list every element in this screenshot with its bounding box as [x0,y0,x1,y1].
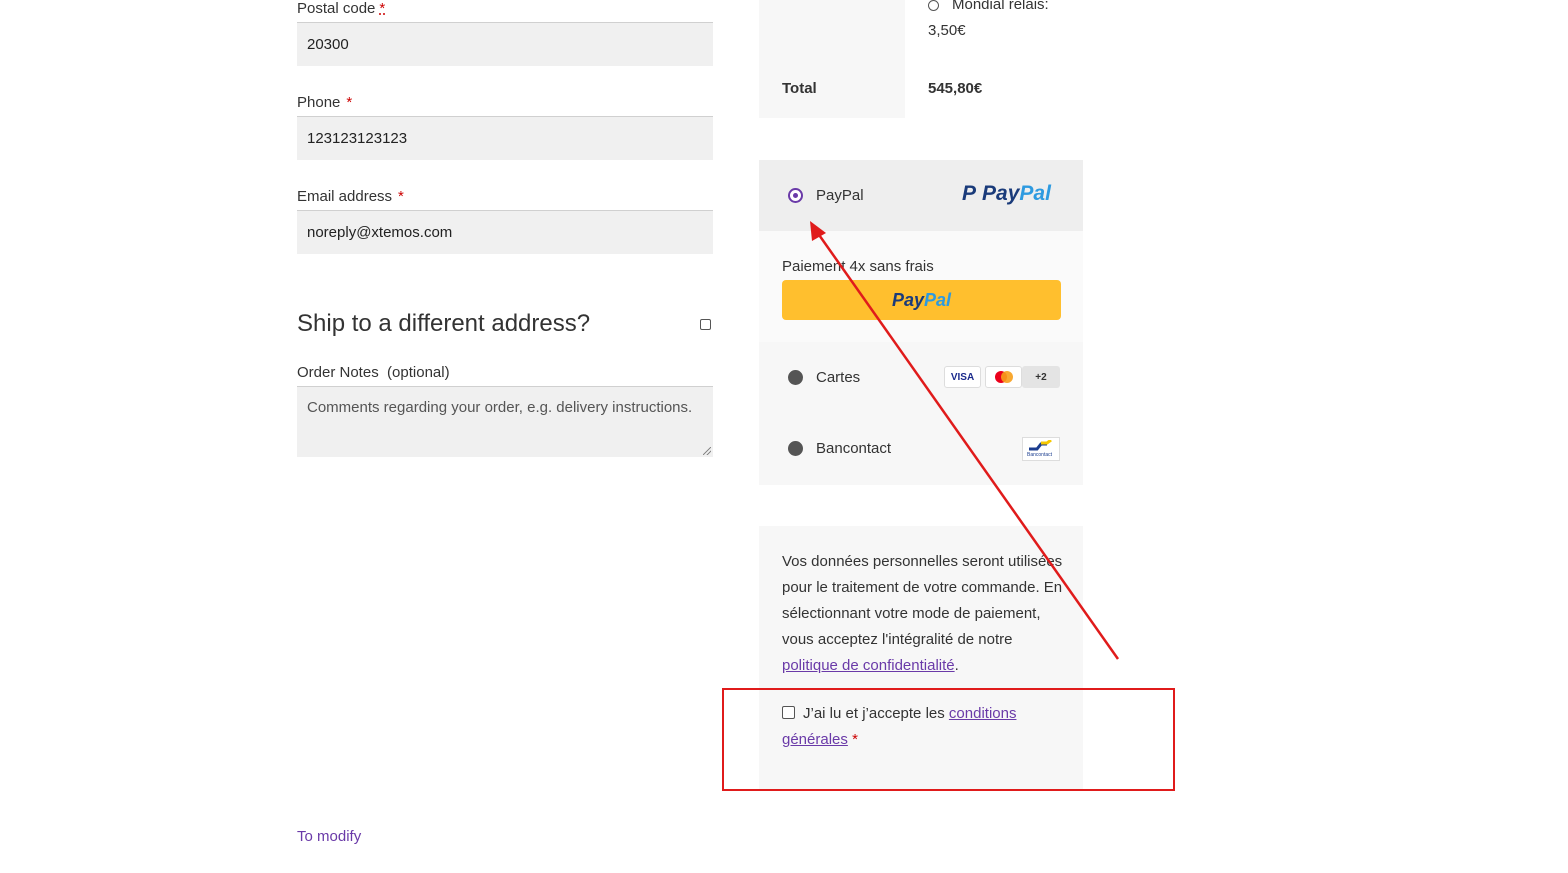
annotation-arrow-icon [810,221,1120,660]
